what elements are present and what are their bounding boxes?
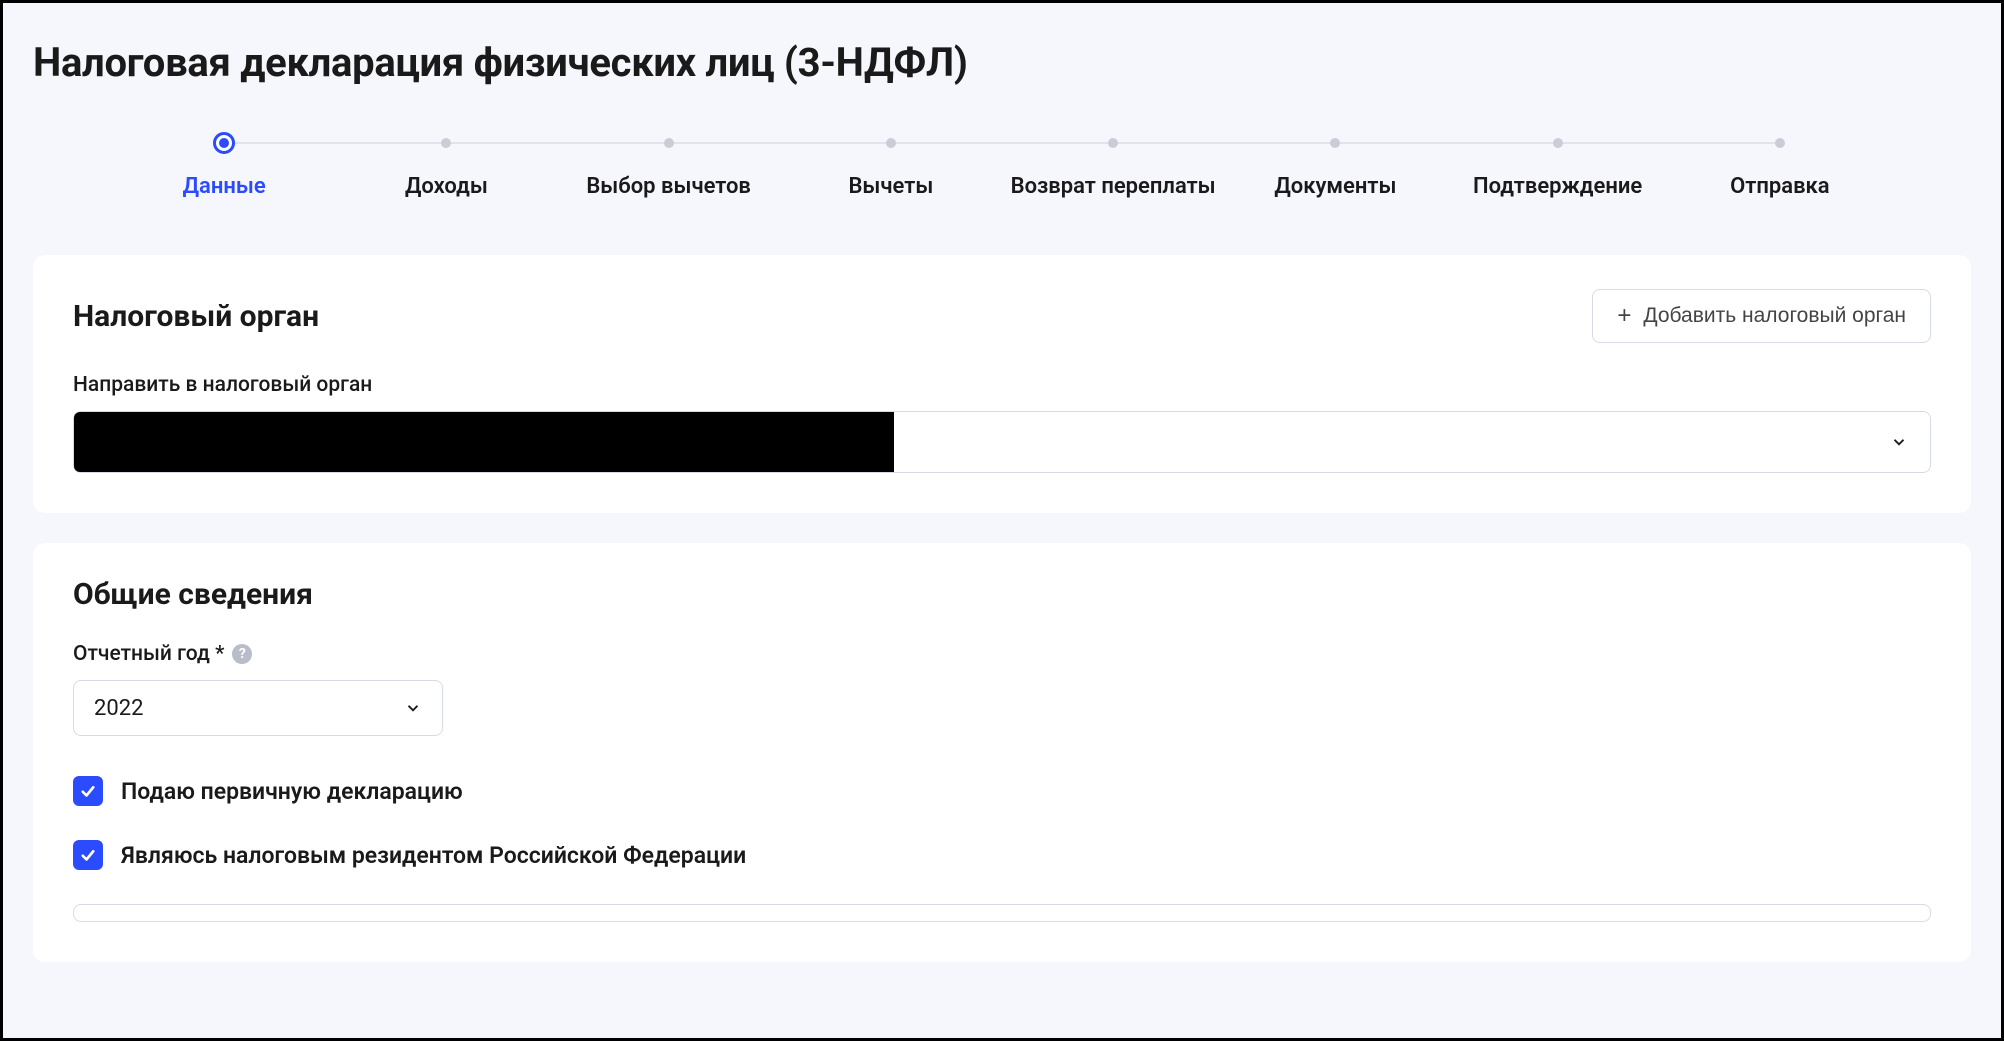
step-dot-icon — [1775, 138, 1785, 148]
add-tax-authority-button[interactable]: + Добавить налоговый орган — [1592, 289, 1931, 343]
send-to-authority-label: Направить в налоговый орган — [73, 373, 1931, 397]
primary-declaration-label: Подаю первичную декларацию — [121, 778, 463, 805]
report-year-label: Отчетный год * ? — [73, 642, 1931, 666]
primary-declaration-row[interactable]: Подаю первичную декларацию — [73, 776, 1931, 806]
step-select-deductions[interactable]: Выбор вычетов — [558, 132, 780, 199]
tax-authority-value-redacted — [74, 412, 894, 472]
step-dot-icon — [213, 132, 235, 154]
add-tax-authority-label: Добавить налоговый орган — [1643, 304, 1906, 328]
tax-authority-card: Налоговый орган + Добавить налоговый орг… — [33, 255, 1971, 513]
checkbox-checked-icon — [73, 776, 103, 806]
step-dot-icon — [1330, 138, 1340, 148]
tax-authority-select[interactable] — [73, 411, 1931, 473]
step-dot-icon — [886, 138, 896, 148]
report-year-label-text: Отчетный год * — [73, 642, 224, 666]
report-year-select[interactable]: 2022 — [73, 680, 443, 736]
general-info-card: Общие сведения Отчетный год * ? 2022 Под… — [33, 543, 1971, 962]
step-dot-icon — [1108, 138, 1118, 148]
checkbox-checked-icon — [73, 840, 103, 870]
wizard-stepper: Данные Доходы Выбор вычетов Вычеты Возвр… — [33, 132, 1971, 199]
step-documents[interactable]: Документы — [1224, 132, 1446, 199]
tax-authority-title: Налоговый орган — [73, 299, 319, 334]
step-dot-icon — [1553, 138, 1563, 148]
step-label: Доходы — [405, 174, 488, 199]
page-root: Налоговая декларация физических лиц (3-Н… — [3, 3, 2001, 962]
step-label: Документы — [1274, 174, 1396, 199]
step-send[interactable]: Отправка — [1669, 132, 1891, 199]
step-label: Возврат переплаты — [1011, 174, 1216, 199]
step-dot-icon — [441, 138, 451, 148]
step-confirm[interactable]: Подтверждение — [1447, 132, 1669, 199]
step-deductions[interactable]: Вычеты — [780, 132, 1002, 199]
help-icon[interactable]: ? — [232, 644, 252, 664]
step-label: Подтверждение — [1473, 174, 1642, 199]
page-title: Налоговая декларация физических лиц (3-Н… — [33, 39, 1971, 86]
step-label: Выбор вычетов — [586, 174, 751, 199]
info-banner — [73, 904, 1931, 922]
plus-icon: + — [1617, 304, 1631, 328]
chevron-down-icon — [1890, 433, 1908, 451]
step-label: Отправка — [1730, 174, 1830, 199]
step-label: Данные — [183, 174, 266, 199]
step-data[interactable]: Данные — [113, 132, 335, 199]
report-year-value: 2022 — [94, 696, 143, 721]
step-dot-icon — [664, 138, 674, 148]
chevron-down-icon — [404, 699, 422, 717]
general-info-title: Общие сведения — [73, 577, 313, 612]
step-refund[interactable]: Возврат переплаты — [1002, 132, 1224, 199]
step-income[interactable]: Доходы — [335, 132, 557, 199]
tax-resident-label: Являюсь налоговым резидентом Российской … — [121, 842, 746, 869]
step-label: Вычеты — [848, 174, 933, 199]
tax-resident-row[interactable]: Являюсь налоговым резидентом Российской … — [73, 840, 1931, 870]
